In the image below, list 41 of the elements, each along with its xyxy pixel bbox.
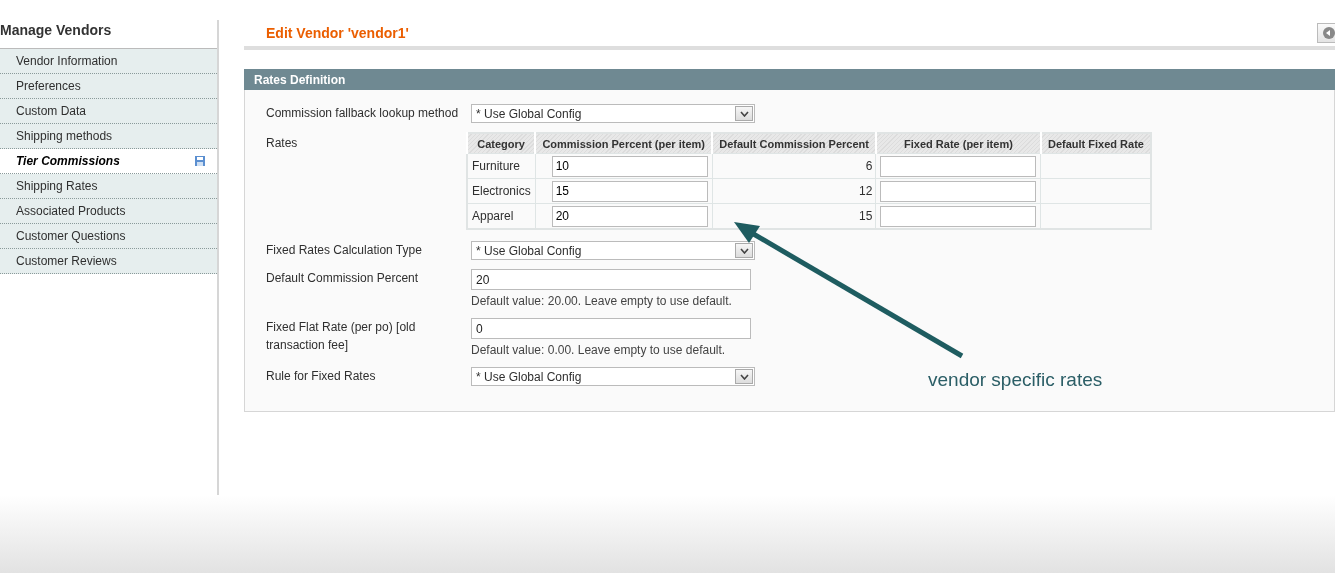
sidebar-tab[interactable]: Associated Products	[0, 199, 217, 224]
dropdown[interactable]: * Use Global Config	[471, 367, 755, 386]
table-cell: Furniture	[467, 153, 536, 179]
column-header: Category	[467, 133, 536, 154]
fixed-rate-field[interactable]	[880, 180, 1037, 202]
sidebar-tab[interactable]: Vendor Information	[0, 49, 217, 74]
page-title: Edit Vendor 'vendor1'	[265, 25, 409, 41]
text-field[interactable]: 20	[471, 269, 751, 290]
field-label: Rates	[266, 135, 299, 152]
annotation-text: vendor specific rates	[928, 369, 1103, 391]
field-label: Rule for Fixed Rates	[266, 368, 377, 385]
sidebar-tab[interactable]: Preferences	[0, 74, 217, 99]
fixed-rate-field[interactable]	[880, 205, 1037, 227]
fixed-rate-field[interactable]	[880, 155, 1037, 177]
sidebar-tab[interactable]: Customer Questions	[0, 224, 217, 249]
table-cell: 6	[712, 153, 876, 179]
section-title: Rates Definition	[254, 72, 346, 87]
table-cell: Electronics	[467, 178, 536, 204]
column-header: Commission Percent (per item)	[535, 133, 713, 154]
commission-field[interactable]: 20	[551, 205, 708, 227]
text-field[interactable]: 0	[471, 318, 751, 339]
table-cell: 12	[712, 178, 876, 204]
sidebar-tab[interactable]: Custom Data	[0, 99, 217, 124]
field-label: Fixed Flat Rate (per po) [old transaction fee]	[266, 319, 417, 354]
sidebar-tab[interactable]: Customer Reviews	[0, 249, 217, 274]
dropdown[interactable]: * Use Global Config	[471, 241, 755, 260]
dropdown[interactable]: * Use Global Config	[471, 104, 755, 123]
column-header: Default Fixed Rate	[1040, 133, 1151, 154]
sidebar-tab[interactable]: Shipping methods	[0, 124, 217, 149]
field-label: Commission fallback lookup method	[266, 105, 460, 122]
field-hint: Default value: 0.00. Leave empty to use default.	[471, 342, 727, 358]
field-label: Default Commission Percent	[266, 270, 420, 287]
column-header: Fixed Rate (per item)	[875, 133, 1041, 154]
field-hint: Default value: 20.00. Leave empty to use default.	[471, 293, 733, 309]
column-header: Default Commission Percent	[712, 133, 876, 154]
sidebar-tab[interactable]: Shipping Rates	[0, 174, 217, 199]
commission-field[interactable]: 15	[551, 180, 708, 202]
save-icon	[195, 156, 205, 166]
field-label: Fixed Rates Calculation Type	[266, 242, 423, 259]
commission-field[interactable]: 10	[551, 155, 708, 177]
sidebar-title: Manage Vendors	[0, 21, 113, 40]
